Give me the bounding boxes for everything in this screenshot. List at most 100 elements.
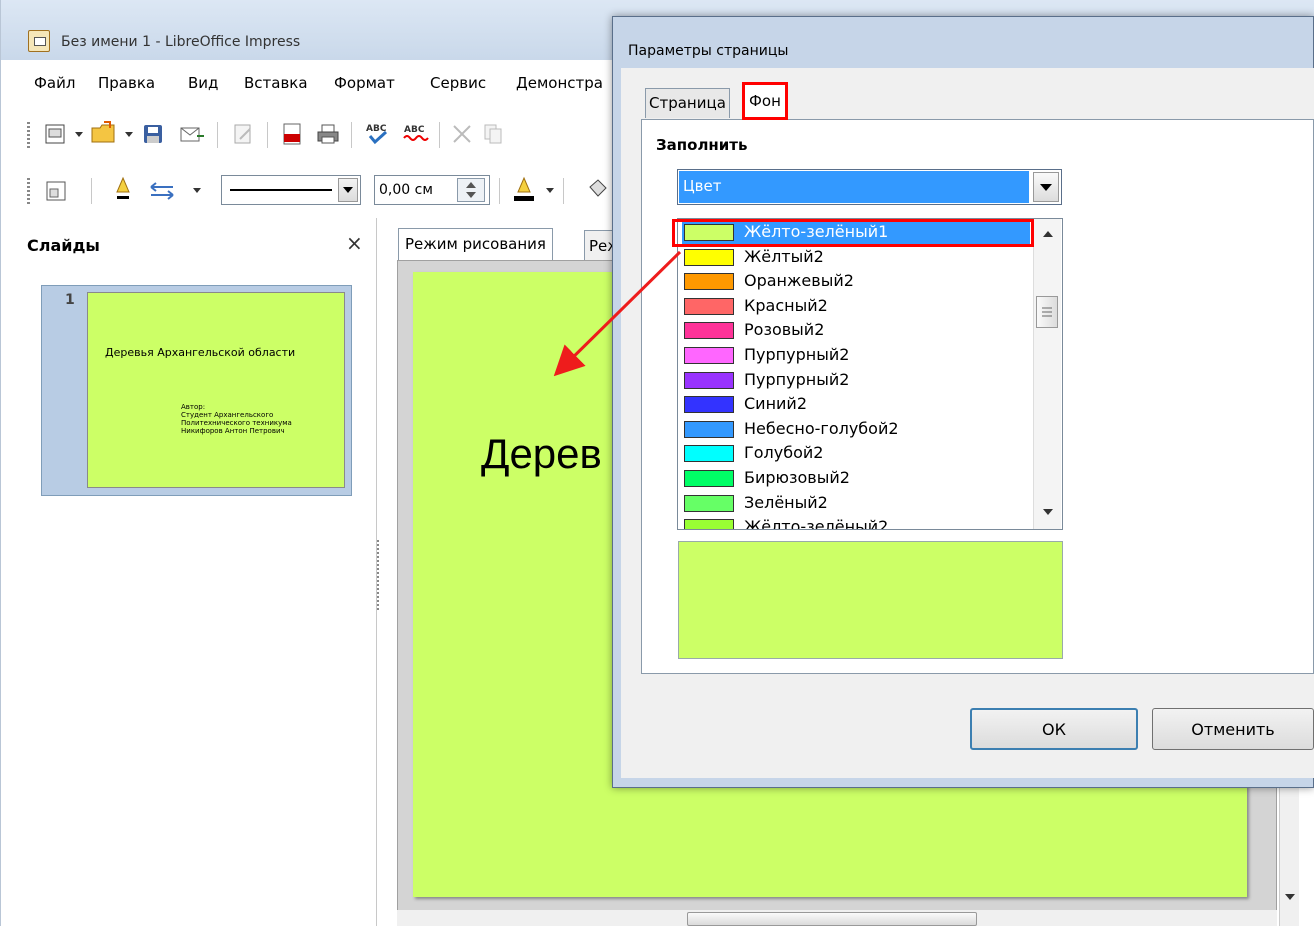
new-document-icon[interactable]	[41, 120, 69, 148]
cancel-button[interactable]: Отменить	[1152, 708, 1314, 750]
color-list-item[interactable]: Зелёный2	[682, 492, 1030, 516]
color-swatch	[684, 322, 734, 340]
slide-thumbnail[interactable]	[87, 292, 345, 488]
export-pdf-icon[interactable]	[278, 120, 306, 148]
toolbar-grip[interactable]	[27, 178, 30, 206]
color-swatch	[684, 273, 734, 291]
object-area-icon[interactable]	[41, 176, 71, 206]
close-icon[interactable]: ×	[346, 231, 363, 255]
line-width-spinner[interactable]	[457, 178, 485, 202]
scroll-down-icon[interactable]	[1043, 509, 1053, 515]
chevron-down-icon[interactable]	[125, 132, 133, 137]
color-swatch	[684, 445, 734, 463]
line-tool-icon[interactable]	[109, 174, 137, 206]
window-title: Без имени 1 - LibreOffice Impress	[61, 34, 301, 50]
thumbnail-title: Деревья Архангельской области	[105, 346, 296, 359]
copy-icon[interactable]	[481, 120, 505, 148]
horizontal-scrollbar-thumb[interactable]	[687, 912, 977, 926]
toolbar-separator	[499, 178, 500, 204]
color-list-item[interactable]: Оранжевый2	[682, 270, 1030, 294]
chevron-down-icon[interactable]	[546, 188, 554, 193]
menu-view[interactable]: Вид	[188, 74, 218, 92]
chevron-down-icon[interactable]	[338, 178, 358, 202]
color-swatch	[684, 371, 734, 389]
color-swatch	[684, 470, 734, 487]
menu-edit[interactable]: Правка	[98, 74, 155, 92]
slides-panel-title: Слайды	[27, 236, 100, 255]
chevron-down-icon[interactable]	[1033, 172, 1059, 202]
fill-preview	[678, 541, 1063, 659]
fill-type-selected-value[interactable]: Цвет	[679, 171, 1029, 203]
toolbar-grip[interactable]	[27, 122, 30, 150]
toolbar-separator	[439, 122, 440, 148]
dialog-title: Параметры страницы	[628, 43, 789, 59]
autospellcheck-icon[interactable]: ABC	[401, 118, 431, 148]
color-name: Синий2	[744, 394, 808, 414]
chevron-down-icon[interactable]	[75, 132, 83, 137]
menu-slideshow[interactable]: Демонстра	[516, 74, 603, 92]
color-list-item[interactable]: Синий2	[682, 393, 1030, 417]
menu-insert[interactable]: Вставка	[244, 74, 308, 92]
color-list-item[interactable]: Розовый2	[682, 319, 1030, 343]
menu-file[interactable]: Файл	[34, 74, 75, 92]
impress-app-icon	[28, 30, 50, 52]
scroll-up-icon[interactable]	[1043, 231, 1053, 237]
slide-number: 1	[65, 292, 75, 308]
color-list-scrollbar-thumb[interactable]	[1036, 296, 1058, 328]
color-swatch	[684, 297, 734, 315]
color-name: Зелёный2	[744, 492, 828, 512]
toolbar-separator	[351, 122, 352, 148]
thumbnail-subtitle: Автор: Студент Архангельского Политехнич…	[181, 403, 292, 435]
color-name: Оранжевый2	[744, 271, 854, 291]
print-icon[interactable]	[314, 120, 342, 148]
color-swatch	[684, 396, 734, 414]
color-swatch	[684, 519, 734, 529]
toolbar-separator	[563, 178, 564, 204]
color-swatch	[684, 494, 734, 512]
color-list-item[interactable]: Пурпурный2	[682, 369, 1030, 393]
chevron-down-icon[interactable]	[193, 188, 201, 193]
color-name: Жёлтый2	[744, 246, 824, 266]
tab-drawing-view[interactable]: Режим рисования	[398, 228, 553, 260]
color-name: Бирюзовый2	[744, 468, 850, 487]
color-list-item[interactable]: Красный2	[682, 295, 1030, 319]
menu-tools[interactable]: Сервис	[430, 74, 486, 92]
color-list-item[interactable]: Голубой2	[682, 442, 1030, 466]
color-list-item[interactable]: Бирюзовый2	[682, 467, 1030, 491]
color-name: Пурпурный2	[744, 345, 850, 364]
toolbar-separator	[91, 178, 92, 204]
color-swatch	[684, 420, 734, 438]
open-folder-icon[interactable]	[89, 118, 119, 148]
ok-button[interactable]: ОК	[970, 708, 1138, 750]
toolbar-separator	[267, 122, 268, 148]
color-list-item[interactable]: Пурпурный2	[682, 344, 1030, 368]
color-name: Розовый2	[744, 320, 825, 340]
color-swatch	[684, 347, 734, 364]
email-document-icon[interactable]	[177, 120, 207, 148]
color-name: Красный2	[744, 295, 828, 315]
color-swatch	[684, 248, 734, 266]
cut-icon[interactable]	[447, 120, 477, 148]
tab-background[interactable]: Фон	[742, 82, 788, 120]
color-name: Жёлто-зелёный2	[744, 517, 889, 529]
fill-label: Заполнить	[656, 136, 748, 154]
line-style-select[interactable]	[221, 175, 361, 205]
slide-title-text[interactable]: Дерев	[481, 430, 602, 478]
svg-text:ABC: ABC	[404, 125, 425, 135]
edit-file-icon[interactable]	[229, 120, 257, 148]
save-icon[interactable]	[139, 120, 167, 148]
scroll-down-icon[interactable]	[1285, 894, 1295, 900]
color-list-item[interactable]: Небесно-голубой2	[682, 418, 1030, 442]
menu-format[interactable]: Формат	[334, 74, 395, 92]
color-list-item[interactable]: Жёлтый2	[682, 246, 1030, 270]
line-color-icon[interactable]	[509, 174, 539, 206]
color-list-scrollbar[interactable]	[1033, 219, 1061, 529]
annotation-highlight-box	[672, 219, 1034, 247]
tab-page[interactable]: Страница	[645, 88, 730, 118]
spellcheck-icon[interactable]: ABC	[363, 118, 393, 148]
arrow-style-icon[interactable]	[146, 176, 178, 206]
color-list-item[interactable]: Жёлто-зелёный2	[682, 516, 1030, 529]
color-name: Небесно-голубой2	[744, 418, 899, 438]
color-name: Голубой2	[744, 443, 824, 463]
fill-bucket-icon[interactable]	[583, 174, 613, 206]
